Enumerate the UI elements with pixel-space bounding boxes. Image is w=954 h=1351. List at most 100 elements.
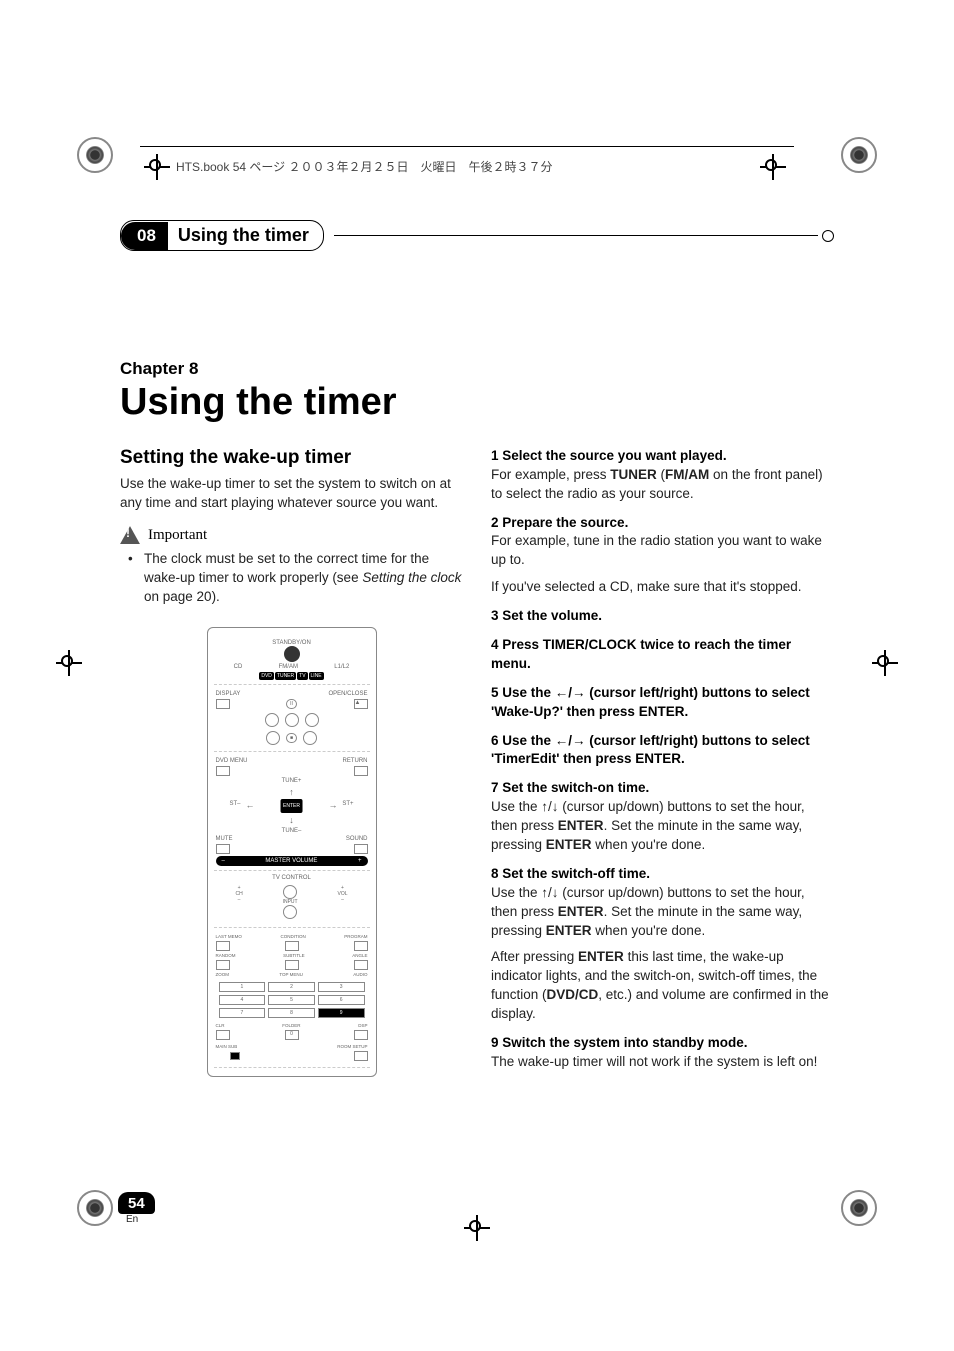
chapter-title: Using the timer (120, 383, 834, 423)
power-icon (284, 646, 300, 662)
s7-post: when you're done. (592, 837, 706, 852)
remote-cd-label: CD (234, 664, 243, 670)
btn-icon (216, 960, 230, 970)
remote-src-tv: TV (297, 672, 307, 680)
step-3: 3 Set the volume. (491, 607, 834, 626)
tv-input-label: INPUT (283, 899, 298, 905)
tv-input-btn-icon (283, 905, 297, 919)
r2a: RANDOM (216, 953, 236, 958)
tv-ch-label: CH (235, 891, 242, 897)
crosshair-icon (872, 650, 898, 676)
arrow-left-icon (555, 733, 569, 748)
s8-after-pre: After pressing (491, 949, 578, 964)
return-button-icon (354, 766, 368, 776)
number-pad: 1 2 3 4 5 6 7 8 9 (216, 979, 368, 1021)
registration-mark-icon (76, 136, 114, 174)
num-7: 7 (219, 1008, 266, 1018)
book-meta-line: HTS.book 54 ページ ２００３年２月２５日 火曜日 午後２時３７分 (176, 158, 552, 175)
num-4: 4 (219, 995, 266, 1005)
pause-button-icon: II (286, 699, 297, 709)
s8-b1: ENTER (558, 904, 604, 919)
num-0: 0 (285, 1030, 299, 1040)
remote-src-dvd: DVD (259, 672, 274, 680)
clr-button-icon (216, 1030, 230, 1040)
s8-pre: Use the (491, 885, 541, 900)
btn-icon (354, 960, 368, 970)
ff-icon (303, 731, 317, 745)
r6c: DSP (358, 1023, 367, 1028)
arrow-right-icon (572, 685, 586, 700)
rew-icon (266, 731, 280, 745)
arrow-right-icon (572, 733, 586, 748)
dsp-button-icon (354, 1030, 368, 1040)
tuneminus-label: TUNE– (282, 828, 302, 834)
s7-b2: ENTER (546, 837, 592, 852)
num-6: 6 (318, 995, 365, 1005)
s8-after-b1: ENTER (578, 949, 624, 964)
right-column: 1 Select the source you want played. For… (491, 447, 834, 1082)
step-6: 6 Use the / (cursor left/right) buttons … (491, 732, 834, 770)
step-5: 5 Use the / (cursor left/right) buttons … (491, 684, 834, 722)
crosshair-icon (144, 154, 170, 180)
enter-button: ENTER (280, 799, 303, 813)
step-4: 4 Press TIMER/CLOCK twice to reach the t… (491, 636, 834, 674)
step3-title: 3 Set the volume. (491, 607, 834, 626)
num-8: 8 (268, 1008, 315, 1018)
r6b: FOLDER (282, 1023, 300, 1028)
remote-src-tuner: TUNER (275, 672, 296, 680)
r1c: PROGRAM (344, 934, 367, 939)
arrow-down-icon (552, 885, 559, 900)
registration-mark-icon (76, 1189, 114, 1227)
openclose-button-icon: ▲ (354, 699, 368, 709)
meta-separator (140, 146, 794, 147)
s8-post: when you're done. (592, 923, 706, 938)
crosshair-icon (760, 154, 786, 180)
step-2: 2 Prepare the source. For example, tune … (491, 514, 834, 598)
num-3: 3 (318, 982, 365, 992)
s1-mid: ( (657, 467, 665, 482)
remote-fmam-label: FM/AM (279, 664, 298, 670)
num-9: 9 (318, 1008, 365, 1018)
chapter-header-bar: 08 Using the timer (120, 220, 834, 251)
s1-b2: FM/AM (665, 467, 709, 482)
s8-b2: ENTER (546, 923, 592, 938)
remote-sound-label: SOUND (346, 836, 368, 842)
s7-pre: Use the (491, 799, 541, 814)
s9-desc: The wake-up timer will not work if the s… (491, 1053, 834, 1072)
main-label: MAIN (216, 1044, 227, 1049)
arrow-down-icon: ↓ (289, 815, 294, 825)
registration-mark-icon (840, 1189, 878, 1227)
sound-button-icon (354, 844, 368, 854)
crosshair-icon (56, 650, 82, 676)
s7-b1: ENTER (558, 818, 604, 833)
step-8: 8 Set the switch-off time. Use the / (cu… (491, 865, 834, 1024)
s1-b1: TUNER (610, 467, 657, 482)
remote-control-diagram: STANDBY/ON CD FM/AM L1/L2 DVD TUNER TV L… (207, 627, 377, 1077)
arrow-up-icon (541, 799, 548, 814)
arrow-left-icon: ← (246, 800, 255, 810)
s2-d2: If you've selected a CD, make sure that … (491, 578, 834, 597)
s6-pre: 6 Use the (491, 733, 555, 748)
nav-pad: TUNE+ ↑ ST– ← ENTER → ST+ ↓ TUNE– (216, 778, 368, 834)
chapter-number-badge: 08 (121, 222, 168, 250)
s1-pre: For example, press (491, 467, 610, 482)
bullet-text-post: on page 20). (144, 589, 220, 604)
arrow-left-icon (555, 685, 569, 700)
mainsub-switch-icon (230, 1052, 240, 1060)
r2b: SUBTITLE (283, 953, 305, 958)
next-icon (305, 713, 319, 727)
step-9: 9 Switch the system into standby mode. T… (491, 1034, 834, 1072)
r1b: CONDITION (280, 934, 305, 939)
remote-return-label: RETURN (342, 758, 367, 764)
remote-src-line: LINE (309, 672, 324, 680)
tv-vol-label: VOL (338, 891, 348, 897)
page-content: 08 Using the timer Chapter 8 Using the t… (120, 220, 834, 1211)
r3c: AUDIO (353, 972, 367, 977)
step8-title: 8 Set the switch-off time. (491, 865, 834, 884)
s8-after-b2: DVD/CD (547, 987, 599, 1002)
remote-standby-label: STANDBY/ON (216, 640, 368, 646)
vol-minus-icon: – (222, 858, 225, 864)
remote-dvdmenu-label: DVD MENU (216, 758, 248, 764)
master-volume-bar: – MASTER VOLUME + (216, 856, 368, 866)
arrow-up-icon (541, 885, 548, 900)
